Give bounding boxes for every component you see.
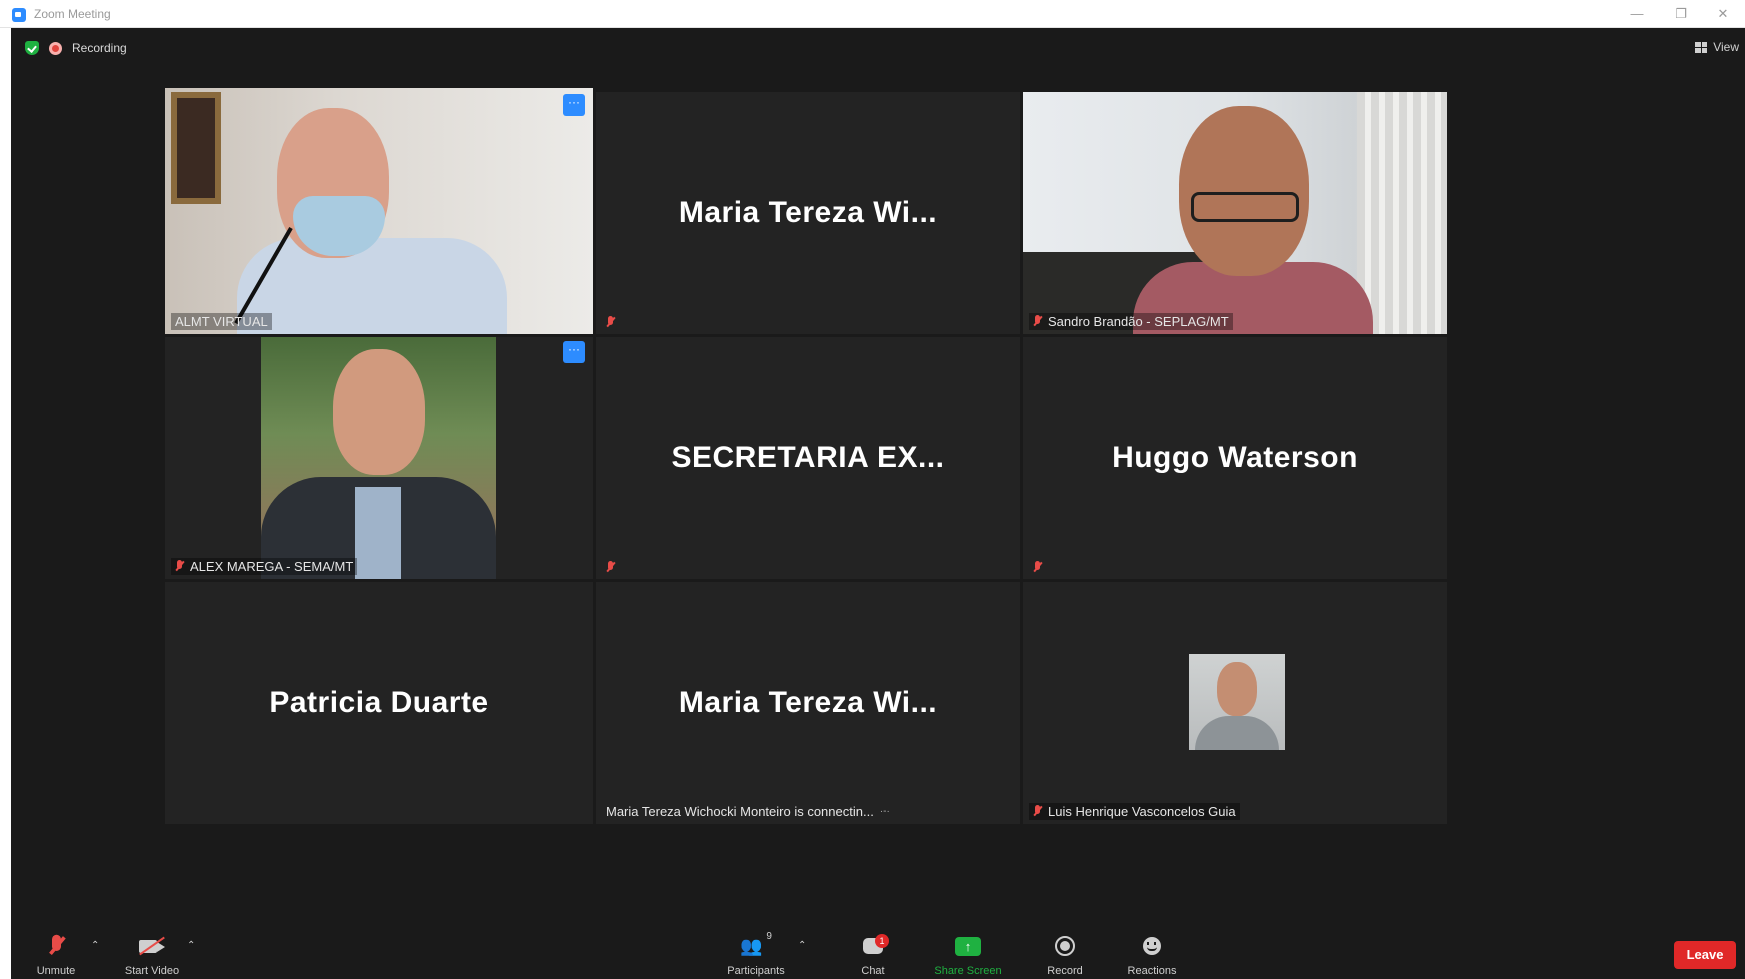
participant-name-label: ALMT VIRTUAL <box>171 313 272 330</box>
video-options-caret[interactable]: ⌃ <box>187 940 195 951</box>
view-button[interactable]: View <box>1695 40 1739 54</box>
participant-profile-photo <box>1189 654 1285 750</box>
restore-icon[interactable]: ❐ <box>1661 4 1701 24</box>
mic-muted-icon <box>1033 805 1042 818</box>
share-screen-label: Share Screen <box>934 965 1002 977</box>
start-video-button[interactable]: Start Video <box>107 931 197 977</box>
grid-view-icon <box>1695 41 1708 53</box>
video-tile-patricia-duarte[interactable]: Patricia Duarte <box>165 582 593 824</box>
participant-display-name: Maria Tereza Wi... <box>678 196 938 229</box>
audio-options-caret[interactable]: ⌃ <box>91 940 99 951</box>
minimize-icon[interactable]: — <box>1617 4 1657 24</box>
view-label: View <box>1713 40 1739 54</box>
video-tile-luis-henrique[interactable]: Luis Henrique Vasconcelos Guia <box>1023 582 1447 824</box>
chat-label: Chat <box>861 965 885 977</box>
close-icon[interactable]: ✕ <box>1703 4 1743 24</box>
participants-options-caret[interactable]: ⌃ <box>798 940 806 951</box>
meeting-info-bar: Recording <box>25 41 127 55</box>
share-screen-button[interactable]: ↑ Share Screen <box>923 931 1013 977</box>
record-button[interactable]: Record <box>1020 931 1110 977</box>
participant-display-name: Maria Tereza Wi... <box>678 686 938 719</box>
window-titlebar: Zoom Meeting — ❐ ✕ <box>0 0 1745 28</box>
security-shield-icon[interactable] <box>25 41 39 55</box>
participant-name: ALMT VIRTUAL <box>175 314 268 329</box>
meeting-area: Recording View ··· ALMT VIRTUAL Maria Te… <box>11 28 1745 979</box>
participant-name-label <box>602 560 619 575</box>
chat-unread-badge: 1 <box>875 934 889 948</box>
more-options-button[interactable]: ··· <box>563 94 585 116</box>
record-icon <box>1055 936 1075 956</box>
participant-profile-photo <box>261 337 496 579</box>
participant-display-name: Huggo Waterson <box>1112 441 1358 474</box>
start-video-label: Start Video <box>124 965 180 977</box>
mic-muted-icon <box>606 561 615 574</box>
mic-muted-icon <box>1033 561 1042 574</box>
recording-label: Recording <box>72 41 127 55</box>
record-label: Record <box>1047 965 1083 977</box>
participant-display-name: Patricia Duarte <box>269 686 489 719</box>
video-tile-secretaria[interactable]: SECRETARIA EX... <box>596 337 1020 579</box>
participant-name-label <box>1029 560 1046 575</box>
mic-muted-icon <box>606 316 615 329</box>
mic-muted-icon <box>175 560 184 573</box>
more-options-button[interactable]: ··· <box>563 341 585 363</box>
unmute-button[interactable]: Unmute <box>11 931 101 977</box>
participants-count: 9 <box>766 931 772 942</box>
chat-icon: 1 <box>863 934 889 954</box>
unmute-label: Unmute <box>36 965 76 977</box>
video-tile-almt-virtual[interactable]: ··· ALMT VIRTUAL <box>165 88 593 334</box>
participants-label: Participants <box>727 965 785 977</box>
video-tile-maria-tereza-connecting[interactable]: Maria Tereza Wi... Maria Tereza Wichocki… <box>596 582 1020 824</box>
wall-picture-frame <box>171 92 221 204</box>
participant-video <box>1023 92 1447 334</box>
participants-icon: 👥 <box>740 935 763 956</box>
reactions-emoji-icon <box>1143 937 1161 955</box>
video-tile-huggo-waterson[interactable]: Huggo Waterson <box>1023 337 1447 579</box>
connecting-status-text: Maria Tereza Wichocki Monteiro is connec… <box>606 804 874 819</box>
video-tile-maria-tereza[interactable]: Maria Tereza Wi... <box>596 92 1020 334</box>
video-tile-sandro-brandao[interactable]: Sandro Brandão - SEPLAG/MT <box>1023 92 1447 334</box>
participant-name: Sandro Brandão - SEPLAG/MT <box>1048 314 1229 329</box>
participant-name: ALEX MAREGA - SEMA/MT <box>190 559 354 574</box>
participant-name-label: Luis Henrique Vasconcelos Guia <box>1029 803 1240 820</box>
microphone-muted-icon <box>48 934 64 957</box>
zoom-app-icon <box>12 8 26 22</box>
participant-name-label <box>602 315 619 330</box>
participant-video <box>165 88 593 334</box>
glasses <box>1191 192 1299 222</box>
participant-name: Luis Henrique Vasconcelos Guia <box>1048 804 1236 819</box>
reactions-button[interactable]: Reactions <box>1107 931 1197 977</box>
reactions-label: Reactions <box>1127 965 1177 977</box>
meeting-toolbar: Unmute ⌃ Start Video ⌃ 👥 9 Participants … <box>11 921 1745 979</box>
connecting-spinner-icon: ·-· <box>879 806 890 817</box>
participant-name-label: Sandro Brandão - SEPLAG/MT <box>1029 313 1233 330</box>
participant-name-label: ALEX MAREGA - SEMA/MT <box>171 558 358 575</box>
video-tile-alex-marega[interactable]: ··· ALEX MAREGA - SEMA/MT <box>165 337 593 579</box>
leave-button[interactable]: Leave <box>1674 941 1736 969</box>
participant-display-name: SECRETARIA EX... <box>671 441 945 474</box>
chat-button[interactable]: 1 Chat <box>828 931 918 977</box>
mic-muted-icon <box>1033 315 1042 328</box>
video-off-icon <box>139 936 165 956</box>
share-screen-icon: ↑ <box>955 936 981 956</box>
recording-icon <box>49 41 62 55</box>
participants-button[interactable]: 👥 9 Participants <box>711 931 801 977</box>
window-title: Zoom Meeting <box>34 7 111 21</box>
connecting-status-label: Maria Tereza Wichocki Monteiro is connec… <box>602 803 894 820</box>
